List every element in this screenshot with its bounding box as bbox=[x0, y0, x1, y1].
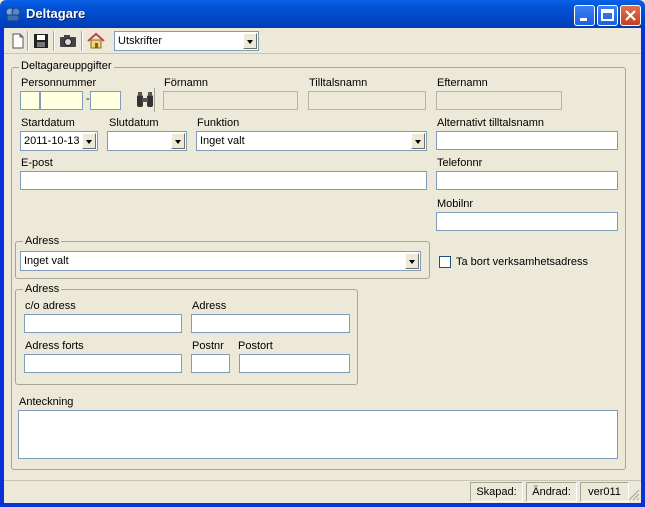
report-select-value: Utskrifter bbox=[118, 35, 162, 47]
postnr-label: Postnr bbox=[192, 340, 224, 352]
mobilnr-label: Mobilnr bbox=[437, 198, 474, 210]
telefonnr-field[interactable] bbox=[436, 171, 618, 190]
startdatum-label: Startdatum bbox=[21, 117, 75, 129]
toolbar-separator bbox=[27, 31, 29, 51]
app-icon bbox=[5, 6, 21, 22]
new-document-icon[interactable] bbox=[8, 31, 28, 51]
postnr-field[interactable] bbox=[191, 354, 230, 373]
funktion-label: Funktion bbox=[197, 117, 240, 129]
home-icon[interactable] bbox=[86, 31, 106, 51]
personnummer-label: Personnummer bbox=[21, 77, 97, 89]
maximize-icon bbox=[601, 9, 614, 21]
resize-grip-icon[interactable] bbox=[628, 488, 640, 501]
epost-field[interactable] bbox=[20, 171, 427, 190]
report-select[interactable]: Utskrifter bbox=[114, 31, 259, 51]
tilltalsnamn-label: Tilltalsnamn bbox=[309, 77, 368, 89]
title-bar[interactable] bbox=[0, 0, 645, 28]
modified-status: Ändrad: bbox=[526, 482, 577, 502]
postort-label: Postort bbox=[238, 340, 273, 352]
efternamn-label: Efternamn bbox=[437, 77, 488, 89]
address-label: Adress bbox=[192, 300, 227, 312]
remove-business-address-checkbox[interactable] bbox=[439, 256, 451, 268]
binoculars-icon[interactable] bbox=[134, 89, 156, 111]
address-type-value: Inget valt bbox=[24, 255, 69, 267]
version-status: ver011 bbox=[580, 482, 629, 502]
startdatum-picker[interactable]: 2011-10-13 bbox=[20, 131, 98, 151]
fornamn-label: Förnamn bbox=[164, 77, 209, 89]
slutdatum-picker[interactable] bbox=[107, 131, 187, 151]
address-group-label: Adress bbox=[23, 283, 62, 295]
window-frame-right bbox=[641, 28, 645, 507]
toolbar-separator bbox=[53, 31, 55, 51]
chevron-down-icon[interactable] bbox=[411, 133, 425, 149]
window-title: Deltagare bbox=[26, 6, 86, 21]
address-type-select[interactable]: Inget valt bbox=[20, 251, 421, 271]
toolbar-separator bbox=[81, 31, 83, 51]
window-frame-bottom bbox=[0, 503, 645, 507]
participant-group-label: Deltagareuppgifter bbox=[19, 60, 114, 72]
close-icon bbox=[625, 10, 636, 21]
maximize-button[interactable] bbox=[597, 5, 618, 26]
divider bbox=[154, 88, 155, 112]
minimize-button[interactable] bbox=[574, 5, 595, 26]
remove-business-address-label: Ta bort verksamhetsadress bbox=[456, 256, 589, 268]
co-address-field[interactable] bbox=[24, 314, 182, 333]
save-icon[interactable] bbox=[31, 31, 51, 51]
address-cont-label: Adress forts bbox=[25, 340, 84, 352]
telefonnr-label: Telefonnr bbox=[437, 157, 483, 169]
postort-field[interactable] bbox=[239, 354, 350, 373]
co-address-label: c/o adress bbox=[25, 300, 76, 312]
funktion-value: Inget valt bbox=[200, 135, 245, 147]
fornamn-field[interactable] bbox=[163, 91, 298, 110]
epost-label: E-post bbox=[21, 157, 53, 169]
close-button[interactable] bbox=[620, 5, 641, 26]
window-frame-left bbox=[0, 28, 4, 507]
personnummer-suffix-input[interactable] bbox=[90, 91, 121, 110]
chevron-down-icon[interactable] bbox=[405, 253, 419, 269]
startdatum-value: 2011-10-13 bbox=[24, 135, 80, 147]
alt-tilltalsnamn-field[interactable] bbox=[436, 131, 618, 150]
address-select-group-label: Adress bbox=[23, 235, 62, 247]
funktion-select[interactable]: Inget valt bbox=[196, 131, 427, 151]
alt-tilltalsnamn-label: Alternativt tilltalsnamn bbox=[437, 117, 544, 129]
created-status: Skapad: bbox=[470, 482, 523, 502]
address-cont-field[interactable] bbox=[24, 354, 182, 373]
personnummer-century-input[interactable] bbox=[20, 91, 40, 110]
efternamn-field[interactable] bbox=[436, 91, 562, 110]
tilltalsnamn-field[interactable] bbox=[308, 91, 426, 110]
note-textarea[interactable] bbox=[18, 410, 618, 459]
note-label: Anteckning bbox=[19, 396, 74, 408]
minimize-icon bbox=[580, 18, 587, 21]
chevron-down-icon[interactable] bbox=[82, 133, 96, 149]
slutdatum-label: Slutdatum bbox=[109, 117, 159, 129]
chevron-down-icon[interactable] bbox=[171, 133, 185, 149]
personnummer-date-input[interactable] bbox=[40, 91, 83, 110]
chevron-down-icon[interactable] bbox=[243, 33, 257, 49]
camera-icon[interactable] bbox=[58, 31, 78, 51]
address-field[interactable] bbox=[191, 314, 350, 333]
mobilnr-field[interactable] bbox=[436, 212, 618, 231]
